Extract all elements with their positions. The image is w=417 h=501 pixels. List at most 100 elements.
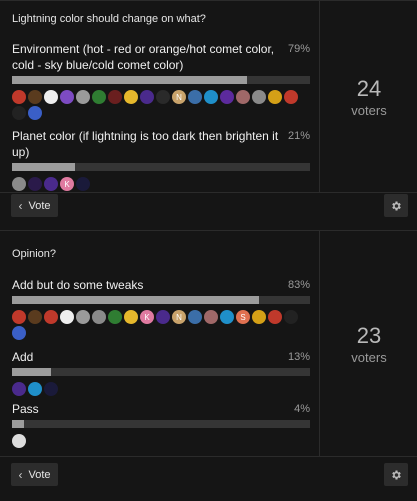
spark-avatar[interactable] xyxy=(12,382,26,396)
round-avatar[interactable] xyxy=(28,382,42,396)
poll-1-options: Lightning color should change on what? E… xyxy=(0,1,319,193)
eye-avatar[interactable] xyxy=(188,90,202,104)
letter-k-avatar[interactable]: K xyxy=(140,310,154,324)
poll-option[interactable]: Planet color (if lightning is too dark t… xyxy=(12,128,310,191)
poll-1: Lightning color should change on what? E… xyxy=(0,0,417,193)
option-bar xyxy=(12,368,310,376)
option-percent: 83% xyxy=(287,279,310,291)
poll-option[interactable]: Add 13% xyxy=(12,349,310,396)
star-avatar[interactable] xyxy=(252,310,266,324)
option-percent: 4% xyxy=(294,403,310,415)
voters-label: voters xyxy=(351,349,387,365)
chevron-left-icon: ‹ xyxy=(18,198,23,213)
creature-avatar[interactable] xyxy=(92,90,106,104)
shadow-avatar[interactable] xyxy=(12,106,26,120)
vote-label: Vote xyxy=(28,468,51,481)
portrait-avatar[interactable] xyxy=(252,90,266,104)
gear-icon xyxy=(392,201,401,210)
gear-icon xyxy=(392,470,401,479)
poll-title: Lightning color should change on what? xyxy=(12,13,206,25)
shadow-avatar[interactable] xyxy=(284,310,298,324)
robot-avatar[interactable] xyxy=(28,106,42,120)
star-avatar[interactable] xyxy=(268,90,282,104)
voters-panel: 24 voters xyxy=(319,1,417,193)
vote-button[interactable]: ‹ Vote xyxy=(11,194,58,217)
letter-n-avatar[interactable]: N xyxy=(172,310,186,324)
figure-avatar[interactable] xyxy=(28,90,42,104)
letter-n-avatar[interactable]: N xyxy=(172,90,186,104)
face-avatar[interactable] xyxy=(12,434,26,448)
bolt-avatar[interactable] xyxy=(268,310,282,324)
face-avatar[interactable] xyxy=(124,310,138,324)
voter-avatars: K xyxy=(12,177,310,191)
plain-avatar[interactable] xyxy=(156,90,170,104)
option-label: Pass xyxy=(12,402,39,416)
option-bar-fill xyxy=(12,76,248,84)
option-bar-fill xyxy=(12,296,260,304)
voter-avatars xyxy=(12,382,310,396)
poll-1-footer: ‹ Vote xyxy=(0,192,417,231)
option-bar xyxy=(12,296,310,304)
round-avatar[interactable] xyxy=(220,310,234,324)
option-percent: 21% xyxy=(287,130,310,142)
fire-avatar[interactable] xyxy=(44,310,58,324)
ghost-avatar[interactable] xyxy=(76,90,90,104)
voters-count: 23 xyxy=(356,322,382,348)
option-percent: 13% xyxy=(287,351,310,363)
figure-avatar[interactable] xyxy=(28,310,42,324)
option-label: Add xyxy=(12,350,34,364)
option-label: Add but do some tweaks xyxy=(12,278,144,292)
vote-label: Vote xyxy=(28,199,51,212)
poll-option[interactable]: Environment (hot - red or orange/hot com… xyxy=(12,41,310,120)
option-bar-fill xyxy=(12,420,24,428)
chevron-left-icon: ‹ xyxy=(18,467,23,482)
voters-panel: 23 voters xyxy=(319,231,417,457)
vote-button[interactable]: ‹ Vote xyxy=(11,463,58,486)
poll-2-footer: ‹ Vote xyxy=(0,456,417,501)
option-label: Environment (hot - red or orange/hot com… xyxy=(12,42,275,72)
face-avatar[interactable] xyxy=(124,90,138,104)
voter-avatars: N xyxy=(12,90,310,120)
spark-avatar[interactable] xyxy=(140,90,154,104)
option-percent: 79% xyxy=(287,43,310,55)
settings-button[interactable] xyxy=(384,463,408,486)
option-bar xyxy=(12,76,310,84)
pixel-avatar[interactable] xyxy=(60,90,74,104)
poll-2: Opinion? Add but do some tweaks 83% KNS … xyxy=(0,230,417,457)
fire-avatar[interactable] xyxy=(12,90,26,104)
anime-avatar[interactable] xyxy=(236,90,250,104)
ghost-avatar[interactable] xyxy=(76,310,90,324)
fire-avatar[interactable] xyxy=(12,310,26,324)
portrait-avatar[interactable] xyxy=(92,310,106,324)
purple-avatar[interactable] xyxy=(220,90,234,104)
letter-s-avatar[interactable]: S xyxy=(236,310,250,324)
dark-avatar[interactable] xyxy=(108,90,122,104)
voters-count: 24 xyxy=(356,75,382,101)
bolt-avatar[interactable] xyxy=(284,90,298,104)
creature-avatar[interactable] xyxy=(108,310,122,324)
dark-avatar[interactable] xyxy=(76,177,90,191)
option-bar-fill xyxy=(12,163,75,171)
portrait-avatar[interactable] xyxy=(12,177,26,191)
shadow-avatar[interactable] xyxy=(28,177,42,191)
letter-k-avatar[interactable]: K xyxy=(60,177,74,191)
option-bar xyxy=(12,420,310,428)
spark-avatar[interactable] xyxy=(44,177,58,191)
voter-avatars: KNS xyxy=(12,310,310,340)
poll-option[interactable]: Pass 4% xyxy=(12,401,310,448)
yin-yang-avatar[interactable] xyxy=(60,310,74,324)
poll-title: Opinion? xyxy=(12,248,57,260)
option-bar-fill xyxy=(12,368,51,376)
round-avatar[interactable] xyxy=(204,90,218,104)
yin-yang-avatar[interactable] xyxy=(44,90,58,104)
voter-avatars xyxy=(12,434,310,448)
spark-avatar[interactable] xyxy=(156,310,170,324)
dark-avatar[interactable] xyxy=(44,382,58,396)
option-bar xyxy=(12,163,310,171)
robot-avatar[interactable] xyxy=(12,326,26,340)
eye-avatar[interactable] xyxy=(188,310,202,324)
option-label: Planet color (if lightning is too dark t… xyxy=(12,129,279,159)
settings-button[interactable] xyxy=(384,194,408,217)
poll-option[interactable]: Add but do some tweaks 83% K N S xyxy=(12,277,310,340)
anime-avatar[interactable] xyxy=(204,310,218,324)
